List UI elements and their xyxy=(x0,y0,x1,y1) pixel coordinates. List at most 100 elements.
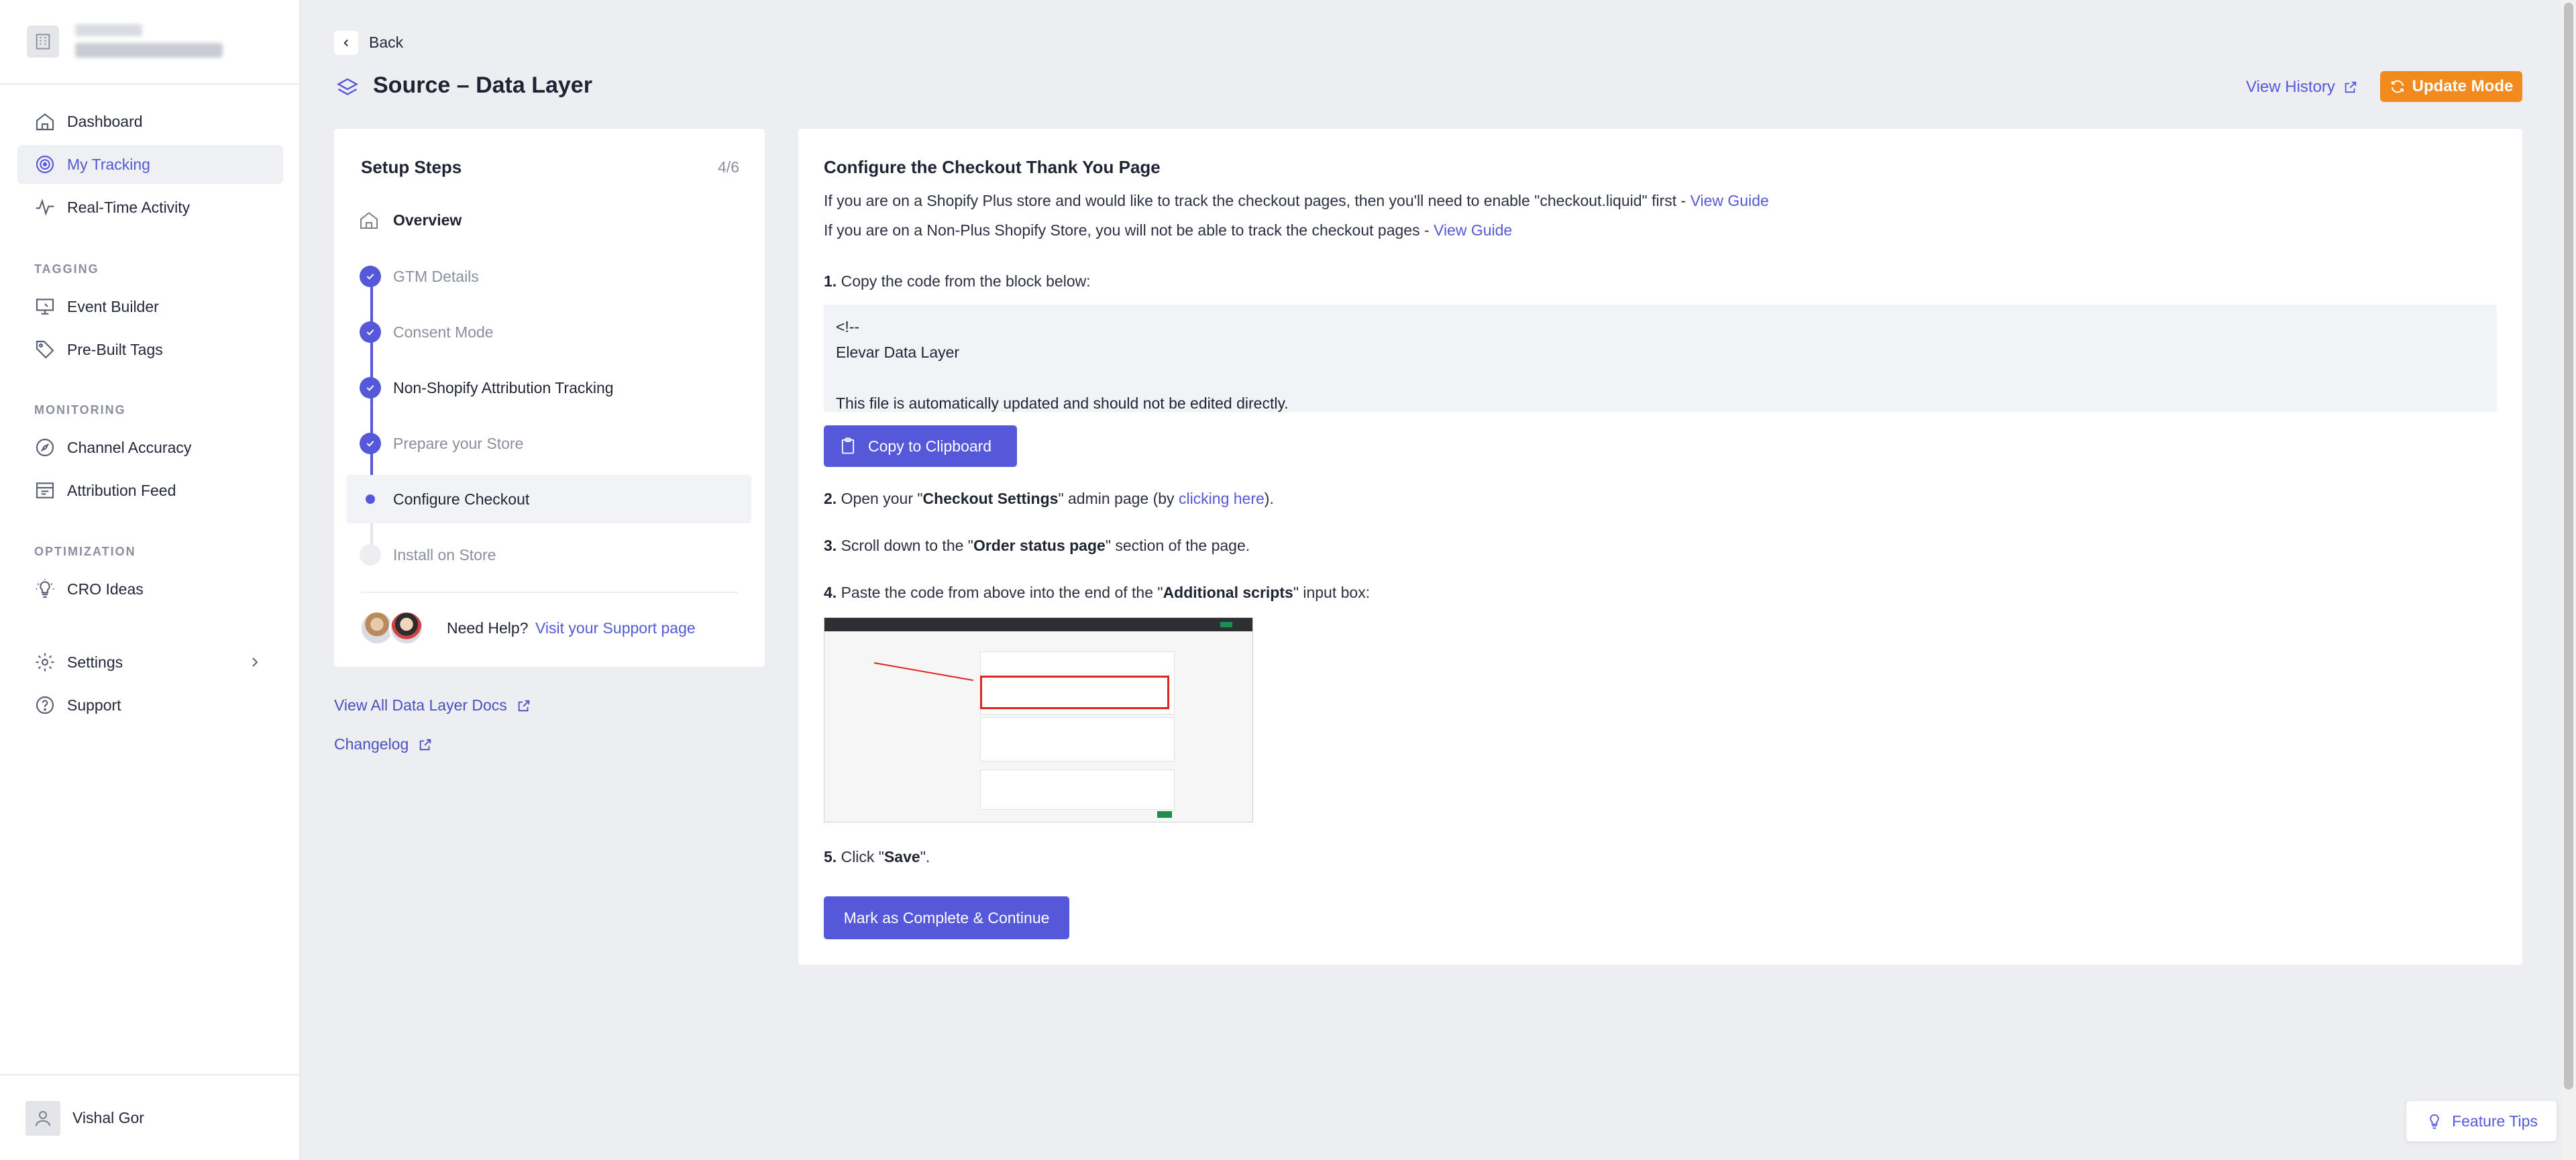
nav-settings[interactable]: Settings xyxy=(17,643,283,682)
section-tagging: TAGGING xyxy=(34,262,99,276)
step-3-instruction: 3. Scroll down to the "Order status page… xyxy=(824,537,1250,555)
feature-tips-button[interactable]: Feature Tips xyxy=(2406,1100,2557,1142)
data-layer-docs-link[interactable]: View All Data Layer Docs xyxy=(334,696,531,715)
step-label: Overview xyxy=(393,211,462,229)
step-emphasis: Checkout Settings xyxy=(922,490,1059,507)
screenshot-save-button xyxy=(1157,811,1172,818)
changelog-link[interactable]: Changelog xyxy=(334,735,433,753)
screenshot-topbar xyxy=(824,618,1252,631)
nav-support-label: Support xyxy=(67,696,121,714)
pending-step-dot xyxy=(360,544,381,566)
view-history-label: View History xyxy=(2246,78,2335,96)
screenshot-topbar-button xyxy=(1220,622,1232,627)
step-number: 3. xyxy=(824,537,837,554)
setup-steps-title: Setup Steps xyxy=(361,157,462,177)
step-text: Click " xyxy=(841,848,884,865)
step-5-instruction: 5. Click "Save". xyxy=(824,848,930,866)
section-monitoring: MONITORING xyxy=(34,403,126,417)
nav-attribution-feed[interactable]: Attribution Feed xyxy=(17,471,283,510)
external-link-icon xyxy=(2345,81,2357,93)
section-optimization: OPTIMIZATION xyxy=(34,545,136,558)
monitor-icon xyxy=(34,295,56,318)
scrollbar-thumb[interactable] xyxy=(2564,3,2573,1090)
nav-real-time-activity[interactable]: Real-Time Activity xyxy=(17,188,283,227)
nav-dashboard-label: Dashboard xyxy=(67,112,143,130)
step-prepare-store[interactable]: Prepare your Store xyxy=(346,419,751,468)
code-line: <!-- xyxy=(836,318,860,335)
nav-event-builder[interactable]: Event Builder xyxy=(17,287,283,326)
step-overview[interactable]: Overview xyxy=(346,196,751,244)
nav-pre-built-tags[interactable]: Pre-Built Tags xyxy=(17,330,283,369)
step-label: Install on Store xyxy=(393,545,496,564)
current-step-dot xyxy=(360,488,381,510)
step-consent-mode[interactable]: Consent Mode xyxy=(346,308,751,356)
support-page-link[interactable]: Visit your Support page xyxy=(535,619,696,637)
step-text: Scroll down to the " xyxy=(841,537,973,554)
copy-to-clipboard-button[interactable]: Copy to Clipboard xyxy=(824,425,1017,467)
step-number: 5. xyxy=(824,848,837,865)
org-switcher[interactable] xyxy=(0,0,299,85)
nav-attribution-feed-label: Attribution Feed xyxy=(67,481,176,499)
tracking-icon xyxy=(34,153,56,176)
step-gtm-details[interactable]: GTM Details xyxy=(346,252,751,301)
nav-support[interactable]: Support xyxy=(17,686,283,725)
step-text: ). xyxy=(1264,490,1274,507)
step-label: GTM Details xyxy=(393,267,479,285)
org-name-blurred xyxy=(75,24,142,36)
screenshot-card xyxy=(980,717,1175,761)
scrollbar[interactable] xyxy=(2561,0,2576,1160)
step-emphasis: Order status page xyxy=(973,537,1106,554)
lightbulb-icon xyxy=(2430,1114,2439,1129)
setup-steps-count: 4/6 xyxy=(718,158,739,176)
screenshot-arrow xyxy=(873,662,973,682)
page-title: Source – Data Layer xyxy=(373,72,592,98)
update-mode-label: Update Mode xyxy=(2412,77,2514,95)
user-menu[interactable]: Vishal Gor xyxy=(0,1074,299,1160)
check-icon xyxy=(360,377,381,399)
tag-icon xyxy=(34,338,56,361)
step-2-instruction: 2. Open your "Checkout Settings" admin p… xyxy=(824,490,1274,508)
external-link-icon xyxy=(420,739,431,750)
code-block[interactable]: <!-- Elevar Data Layer This file is auto… xyxy=(824,305,2497,412)
check-icon xyxy=(360,321,381,343)
org-subtitle-blurred xyxy=(75,43,223,58)
screenshot-highlight-box xyxy=(980,676,1169,709)
step-non-shopify-attribution[interactable]: Non-Shopify Attribution Tracking xyxy=(346,364,751,412)
view-guide-link[interactable]: View Guide xyxy=(1690,192,1769,209)
nav-cro-ideas[interactable]: CRO Ideas xyxy=(17,570,283,609)
mark-complete-button[interactable]: Mark as Complete & Continue xyxy=(824,896,1069,939)
back-button[interactable] xyxy=(334,31,358,55)
copy-to-clipboard-label: Copy to Clipboard xyxy=(868,437,992,455)
update-mode-button[interactable]: Update Mode xyxy=(2380,71,2522,102)
divider xyxy=(361,592,738,593)
checkout-settings-link[interactable]: clicking here xyxy=(1179,490,1265,507)
support-avatar xyxy=(389,611,424,645)
step-configure-checkout[interactable]: Configure Checkout xyxy=(346,475,751,523)
code-line: Elevar Data Layer xyxy=(836,344,960,361)
clipboard-icon xyxy=(841,437,855,454)
nav-channel-accuracy-label: Channel Accuracy xyxy=(67,438,192,456)
step-text: Paste the code from above into the end o… xyxy=(841,584,1163,601)
step-number: 4. xyxy=(824,584,837,601)
view-guide-link[interactable]: View Guide xyxy=(1434,221,1512,239)
org-building-icon xyxy=(27,25,59,58)
nav-dashboard[interactable]: Dashboard xyxy=(17,102,283,141)
screenshot-card xyxy=(980,770,1175,810)
nav-channel-accuracy[interactable]: Channel Accuracy xyxy=(17,428,283,467)
step-number: 1. xyxy=(824,272,837,290)
check-icon xyxy=(360,266,381,287)
nav-my-tracking-label: My Tracking xyxy=(67,155,150,173)
step-install-on-store[interactable]: Install on Store xyxy=(346,531,751,579)
nav-my-tracking[interactable]: My Tracking xyxy=(17,145,283,184)
step-number: 2. xyxy=(824,490,837,507)
nav-pre-built-tags-label: Pre-Built Tags xyxy=(67,340,163,358)
back-label[interactable]: Back xyxy=(369,34,403,52)
gear-icon xyxy=(34,651,56,674)
plus-store-note: If you are on a Shopify Plus store and w… xyxy=(824,192,1769,210)
step-text: ". xyxy=(920,848,930,865)
compass-icon xyxy=(34,436,56,459)
home-icon xyxy=(358,209,380,231)
view-history-link[interactable]: View History xyxy=(2246,78,2358,97)
user-name: Vishal Gor xyxy=(72,1109,144,1126)
feature-tips-label: Feature Tips xyxy=(2452,1112,2538,1130)
